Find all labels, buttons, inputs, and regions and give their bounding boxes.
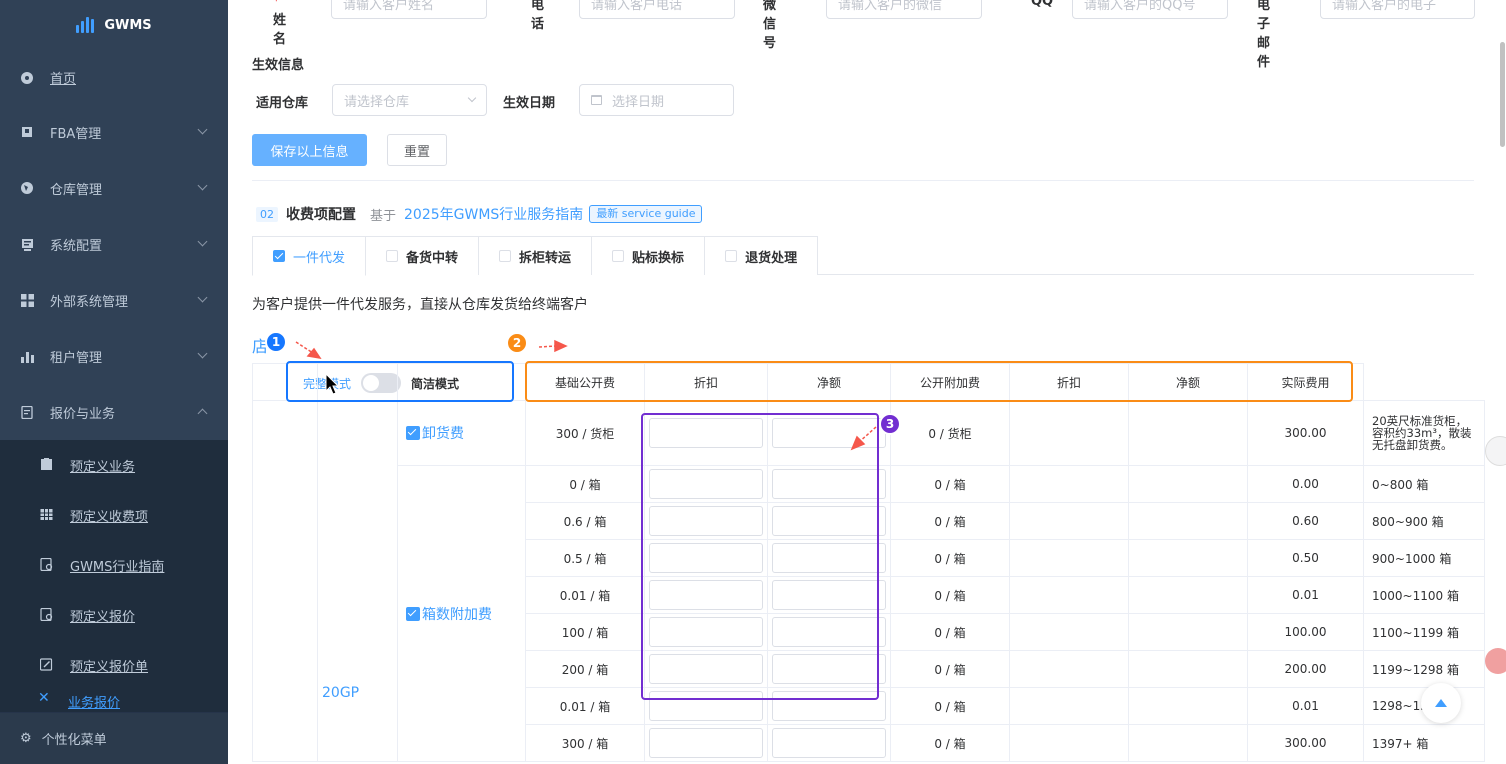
chevron-up-icon: [197, 408, 208, 419]
page-scrollbar[interactable]: [1498, 0, 1506, 764]
mouse-cursor-icon: [325, 372, 340, 395]
personalize-menu-label: 个性化菜单: [41, 733, 107, 748]
sidebar-subitem-label: GWMS行业指南: [70, 559, 165, 575]
sidebar-subitem-label: 预定义报价: [70, 609, 136, 625]
table-icon: [40, 508, 54, 522]
sidebar: GWMS 首页 FBA管理 仓库管理 系统配置 外部系统管理 租户管理 报价与业…: [0, 0, 228, 764]
bar-chart-icon: [20, 349, 34, 363]
sidebar-item-external-systems[interactable]: 外部系统管理: [0, 272, 228, 328]
sidebar-item-label: 首页: [50, 71, 77, 87]
sidebar-item-label: 租户管理: [50, 350, 103, 366]
sidebar-item-label: 仓库管理: [50, 182, 103, 198]
sidebar-subitem-predefined-quote-sheet[interactable]: 预定义报价单: [0, 640, 228, 690]
chevron-down-icon: [197, 348, 208, 359]
chevron-down-icon: [197, 180, 208, 191]
chevron-down-icon: [197, 236, 208, 247]
arrow-icon: [295, 339, 877, 451]
document-icon: [20, 405, 34, 419]
sidebar-item-label: 报价与业务: [50, 406, 116, 422]
sidebar-subitem-label: 业务报价: [68, 696, 121, 711]
sidebar-item-tenants[interactable]: 租户管理: [0, 328, 228, 384]
box-icon: [20, 125, 34, 139]
close-icon: ✕: [38, 690, 50, 706]
sidebar-subitem-label: 预定义收费项: [70, 509, 149, 525]
document-icon: [40, 607, 54, 622]
back-to-top-button[interactable]: [1421, 683, 1461, 723]
sidebar-subitem-label: 预定义业务: [70, 459, 136, 475]
edit-icon: [39, 658, 54, 672]
sidebar-item-label: 外部系统管理: [50, 294, 129, 310]
settings-icon: [20, 237, 34, 251]
sidebar-subitem-business-quote[interactable]: ✕ 业务报价: [0, 690, 228, 712]
sidebar-subitem-industry-guide[interactable]: GWMS行业指南: [0, 540, 228, 590]
chevron-down-icon: [197, 124, 208, 135]
grid-icon: [20, 293, 34, 307]
globe-icon: [20, 181, 34, 195]
sidebar-item-label: 系统配置: [50, 238, 103, 254]
dashboard-icon: [20, 70, 34, 84]
app-name: GWMS: [104, 17, 152, 33]
sidebar-subitem-predefined-fees[interactable]: 预定义收费项: [0, 490, 228, 540]
logo-icon: [76, 17, 95, 33]
main-content: *姓名 请输入客户姓名 电话 请输入客户电话 微信号 请输入客户的微信 QQ 请…: [228, 0, 1506, 764]
submenu-quotes: 预定义业务 预定义收费项 GWMS行业指南 预定义报价 预定义报价单 ✕ 业务报…: [0, 440, 228, 712]
sidebar-item-quotes[interactable]: 报价与业务: [0, 384, 228, 440]
gear-icon: ⚙: [20, 731, 32, 746]
sidebar-item-fba[interactable]: FBA管理: [0, 104, 228, 160]
clipboard-icon: [40, 458, 54, 472]
sidebar-item-warehouse[interactable]: 仓库管理: [0, 160, 228, 216]
chevron-down-icon: [197, 292, 208, 303]
scrollbar-thumb[interactable]: [1500, 42, 1505, 147]
annotation-arrows: [295, 339, 877, 451]
caret-up-icon: [1435, 699, 1447, 707]
personalize-menu-button[interactable]: ⚙ 个性化菜单: [0, 712, 228, 764]
app-logo[interactable]: GWMS: [0, 0, 228, 50]
sidebar-subitem-label: 预定义报价单: [70, 659, 149, 675]
sidebar-item-home[interactable]: 首页: [0, 50, 228, 104]
document-icon: [40, 557, 54, 572]
sidebar-subitem-predefined-business[interactable]: 预定义业务: [0, 440, 228, 490]
sidebar-item-system-config[interactable]: 系统配置: [0, 216, 228, 272]
sidebar-item-label: FBA管理: [50, 126, 102, 142]
sidebar-subitem-predefined-quote[interactable]: 预定义报价: [0, 590, 228, 640]
